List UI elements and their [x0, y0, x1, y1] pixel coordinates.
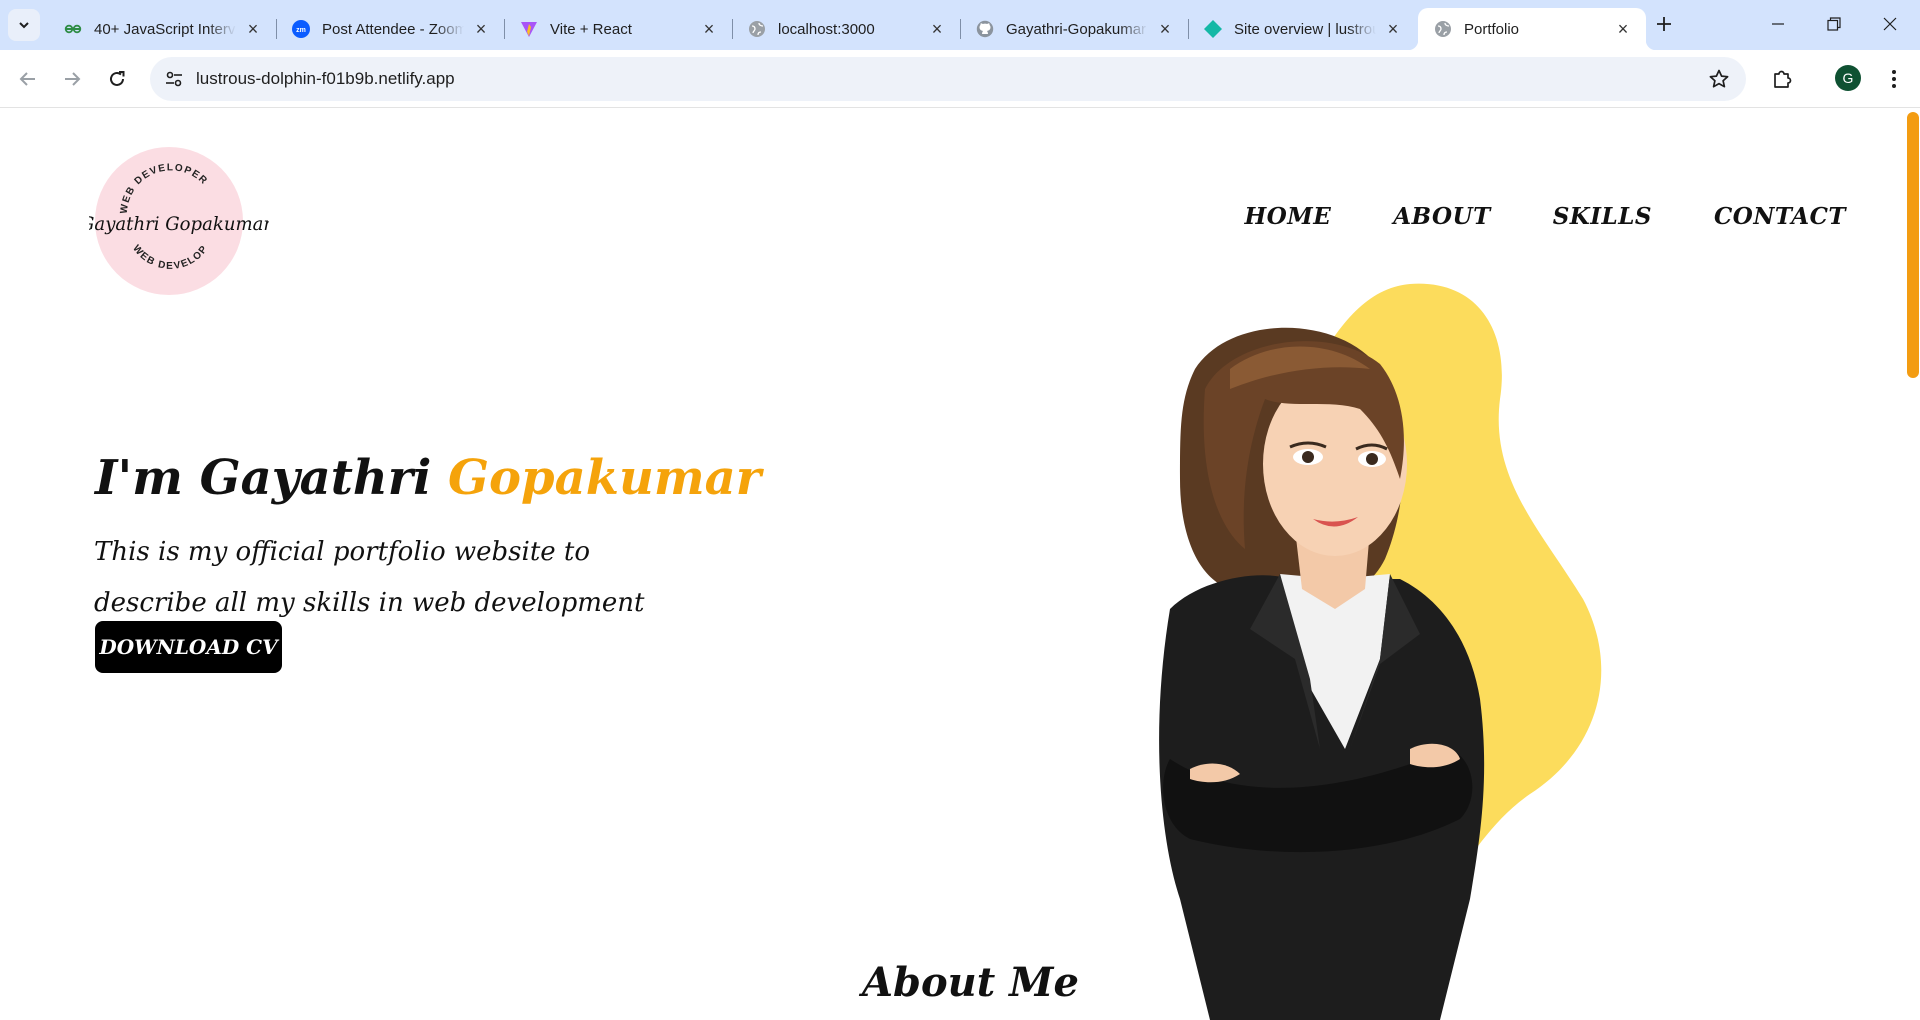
- browser-tab[interactable]: 40+ JavaScript Interv ×: [48, 8, 277, 50]
- plus-icon: [1657, 17, 1671, 31]
- site-info-icon[interactable]: [164, 69, 184, 89]
- profile-avatar[interactable]: G: [1835, 65, 1861, 91]
- tab-title: Gayathri-Gopakumar: [1006, 20, 1147, 38]
- close-icon[interactable]: ×: [1154, 18, 1176, 40]
- nav-skills[interactable]: SKILLS: [1553, 203, 1652, 230]
- tab-title: Site overview | lustrous: [1234, 20, 1376, 38]
- netlify-icon: [1204, 20, 1222, 38]
- back-button[interactable]: [12, 63, 44, 95]
- tab-title: 40+ JavaScript Interv: [94, 20, 236, 38]
- hero-highlight: Gopakumar: [448, 450, 762, 506]
- close-icon[interactable]: ×: [1382, 18, 1404, 40]
- tab-title: Portfolio: [1464, 20, 1520, 38]
- hero-title: I'm Gayathri Gopakumar: [95, 450, 761, 506]
- nav-home[interactable]: HOME: [1245, 203, 1332, 230]
- restore-button[interactable]: [1805, 0, 1863, 48]
- github-icon: [976, 20, 994, 38]
- tab-title: Post Attendee - Zoom: [322, 20, 464, 38]
- puzzle-icon: [1774, 70, 1792, 88]
- browser-tab[interactable]: localhost:3000 ×: [732, 8, 961, 50]
- close-icon: [1883, 17, 1897, 31]
- browser-tab-active[interactable]: Portfolio ×: [1408, 8, 1656, 50]
- tab-title: localhost:3000: [778, 20, 875, 38]
- browser-menu-button[interactable]: [1878, 63, 1910, 95]
- browser-tab[interactable]: Vite + React ×: [504, 8, 733, 50]
- minimize-icon: [1772, 23, 1784, 25]
- browser-tab[interactable]: Site overview | lustrous ×: [1188, 8, 1416, 50]
- hero-description: This is my official portfolio website to…: [94, 537, 645, 618]
- close-icon[interactable]: ×: [242, 18, 264, 40]
- window-close-button[interactable]: [1861, 0, 1919, 48]
- tab-title: Vite + React: [550, 20, 632, 38]
- geeksforgeeks-icon: [64, 20, 82, 38]
- page-scrollbar-thumb[interactable]: [1907, 112, 1919, 378]
- chevron-down-icon: [19, 22, 29, 29]
- forward-button[interactable]: [56, 63, 88, 95]
- arrow-right-icon: [65, 72, 81, 86]
- kebab-menu-icon: [1892, 70, 1896, 88]
- nav-about[interactable]: ABOUT: [1393, 203, 1490, 230]
- restore-icon: [1827, 17, 1841, 31]
- address-bar[interactable]: lustrous-dolphin-f01b9b.netlify.app: [150, 57, 1746, 101]
- browser-tab-strip: 40+ JavaScript Interv × zm Post Attendee…: [0, 0, 1920, 50]
- about-heading: About Me: [862, 959, 1079, 1006]
- arrow-left-icon: [19, 72, 35, 86]
- new-tab-button[interactable]: [1650, 10, 1678, 38]
- url-text[interactable]: lustrous-dolphin-f01b9b.netlify.app: [196, 57, 455, 101]
- logo-name: Gayathri Gopakumar: [89, 213, 269, 235]
- hero-illustration: [1159, 283, 1602, 1020]
- zoom-icon: zm: [292, 20, 310, 38]
- bookmark-star-icon[interactable]: [1708, 68, 1730, 90]
- browser-tab[interactable]: Gayathri-Gopakumar ×: [960, 8, 1189, 50]
- page-viewport: WEB DEVELOPER WEB DEVELOPER Gayathri Gop…: [0, 109, 1906, 1020]
- nav-contact[interactable]: CONTACT: [1714, 203, 1846, 230]
- extensions-button[interactable]: [1766, 63, 1798, 95]
- vite-icon: [520, 20, 538, 38]
- reload-button[interactable]: [101, 63, 133, 95]
- minimize-button[interactable]: [1749, 0, 1807, 48]
- site-logo[interactable]: WEB DEVELOPER WEB DEVELOPER Gayathri Gop…: [89, 146, 269, 296]
- globe-icon: [748, 20, 766, 38]
- reload-icon: [110, 71, 125, 86]
- close-icon[interactable]: ×: [926, 18, 948, 40]
- globe-icon: [1434, 20, 1452, 38]
- browser-toolbar: lustrous-dolphin-f01b9b.netlify.app G: [0, 50, 1920, 108]
- hero-greeting: I'm Gayathri: [95, 450, 432, 506]
- download-cv-button[interactable]: DOWNLOAD CV: [95, 621, 282, 673]
- svg-text:zm: zm: [296, 27, 306, 34]
- tab-search-button[interactable]: [8, 9, 40, 41]
- site-nav: HOME ABOUT SKILLS CONTACT: [1245, 203, 1847, 230]
- close-icon[interactable]: ×: [698, 18, 720, 40]
- close-icon[interactable]: ×: [470, 18, 492, 40]
- close-icon[interactable]: ×: [1612, 18, 1634, 40]
- browser-tab[interactable]: zm Post Attendee - Zoom ×: [276, 8, 505, 50]
